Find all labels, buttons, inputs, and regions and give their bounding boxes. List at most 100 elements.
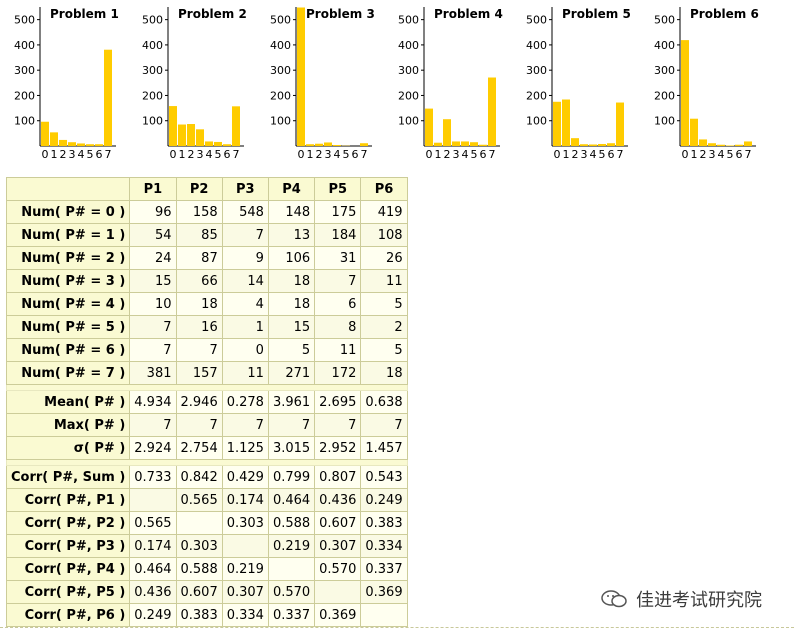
bar [86, 144, 94, 146]
y-tick-label: 400 [398, 39, 419, 52]
x-tick-label: 4 [334, 148, 341, 161]
bar [443, 119, 451, 146]
table-cell [267, 557, 316, 581]
statistics-table: P1 P2 P3 P4 P5 P6 Num( P# = 0 ) 96 158 548 148 175… [5, 177, 408, 627]
bar [580, 144, 588, 146]
histogram-problem-5: 100 200 300 400 500 0 1 2 3 4 5 6 7 Problem 5 [526, 7, 631, 161]
table-cell: 7 [175, 413, 223, 437]
table-cell: 0.383 [360, 511, 408, 535]
x-tick-label: 4 [462, 148, 469, 161]
table-cell: 18 [267, 269, 316, 293]
table-cell: 175 [314, 200, 362, 224]
table-row: σ( P# ) 2.924 2.754 1.125 3.015 2.952 1.457 [5, 436, 408, 460]
bar [425, 108, 433, 146]
y-tick-label: 400 [142, 39, 163, 52]
table-cell: 0.334 [360, 534, 408, 558]
table-cell: 4 [221, 292, 269, 316]
table-cell: 0 [221, 338, 269, 362]
y-tick-label: 300 [142, 64, 163, 77]
x-tick-label: 1 [435, 148, 442, 161]
x-tick-label: 3 [453, 148, 460, 161]
x-tick-label: 1 [563, 148, 570, 161]
bar [178, 124, 186, 146]
bar [598, 143, 606, 146]
table-cell: 108 [360, 223, 408, 247]
row-header: Max( P# ) [5, 413, 131, 437]
table-cell: 5 [267, 338, 316, 362]
y-tick-label: 300 [526, 64, 547, 77]
x-tick-label: 5 [215, 148, 222, 161]
table-cell: 0.219 [221, 557, 269, 581]
row-header: Num( P# = 4 ) [5, 292, 131, 316]
table-cell: 106 [267, 246, 316, 270]
table-cell: 271 [267, 361, 316, 385]
table-cell: 8 [314, 315, 362, 339]
table-cell: 10 [129, 292, 177, 316]
table-cell: 148 [267, 200, 316, 224]
bar [232, 106, 240, 146]
x-tick-label: 0 [298, 148, 305, 161]
table-cell: 15 [267, 315, 316, 339]
y-tick-label: 500 [14, 14, 35, 27]
row-header: Corr( P#, P3 ) [5, 534, 131, 558]
x-tick-label: 7 [745, 148, 752, 161]
bar [681, 40, 689, 147]
bar [95, 144, 103, 146]
y-tick-label: 200 [14, 89, 35, 102]
table-cell: 7 [129, 315, 177, 339]
y-tick-label: 400 [526, 39, 547, 52]
table-cell: 0.429 [221, 465, 269, 489]
table-cell: 66 [175, 269, 223, 293]
table-cell: 2.695 [314, 390, 362, 414]
table-header-row: P1 P2 P3 P4 P5 P6 [5, 177, 408, 201]
row-header: Corr( P#, P6 ) [5, 603, 131, 627]
x-tick-label: 2 [316, 148, 323, 161]
table-cell: 0.307 [314, 534, 362, 558]
x-tick-label: 0 [554, 148, 561, 161]
table-cell: 7 [267, 413, 316, 437]
column-header: P3 [221, 177, 269, 201]
table-cell: 0.436 [129, 580, 177, 604]
row-header: σ( P# ) [5, 436, 131, 460]
row-header: Num( P# = 6 ) [5, 338, 131, 362]
table-cell: 0.733 [129, 465, 177, 489]
y-tick-label: 200 [654, 89, 675, 102]
table-cell: 5 [360, 292, 408, 316]
table-cell: 0.174 [129, 534, 177, 558]
bar [205, 141, 213, 146]
table-cell: 0.307 [221, 580, 269, 604]
x-tick-label: 0 [682, 148, 689, 161]
table-cell: 0.278 [221, 390, 269, 414]
table-cell: 172 [314, 361, 362, 385]
row-header: Mean( P# ) [5, 390, 131, 414]
x-tick-label: 5 [727, 148, 734, 161]
table-cell: 31 [314, 246, 362, 270]
x-tick-label: 2 [188, 148, 195, 161]
table-cell [360, 603, 408, 627]
y-tick-label: 400 [14, 39, 35, 52]
table-cell: 548 [221, 200, 269, 224]
bar [589, 144, 597, 146]
y-tick-label: 300 [270, 64, 291, 77]
table-cell: 1.457 [360, 436, 408, 460]
x-tick-label: 6 [608, 148, 615, 161]
table-cell: 0.799 [267, 465, 316, 489]
y-tick-label: 200 [270, 89, 291, 102]
x-tick-label: 7 [361, 148, 368, 161]
row-header: Num( P# = 0 ) [5, 200, 131, 224]
table-cell: 1.125 [221, 436, 269, 460]
row-header: Num( P# = 2 ) [5, 246, 131, 270]
table-cell: 0.588 [175, 557, 223, 581]
bar [607, 143, 615, 146]
column-header: P2 [175, 177, 223, 201]
y-tick-label: 300 [14, 64, 35, 77]
x-tick-label: 6 [96, 148, 103, 161]
table-cell: 2.952 [314, 436, 362, 460]
footer-divider [0, 627, 794, 628]
histogram-problem-6: 100 200 300 400 500 0 1 2 3 4 5 6 7 Problem 6 [654, 7, 759, 161]
table-row: Num( P# = 0 ) 96 158 548 148 175 419 [5, 200, 408, 224]
x-tick-label: 2 [572, 148, 579, 161]
table-cell: 381 [129, 361, 177, 385]
bar [223, 144, 231, 146]
row-header: Num( P# = 5 ) [5, 315, 131, 339]
